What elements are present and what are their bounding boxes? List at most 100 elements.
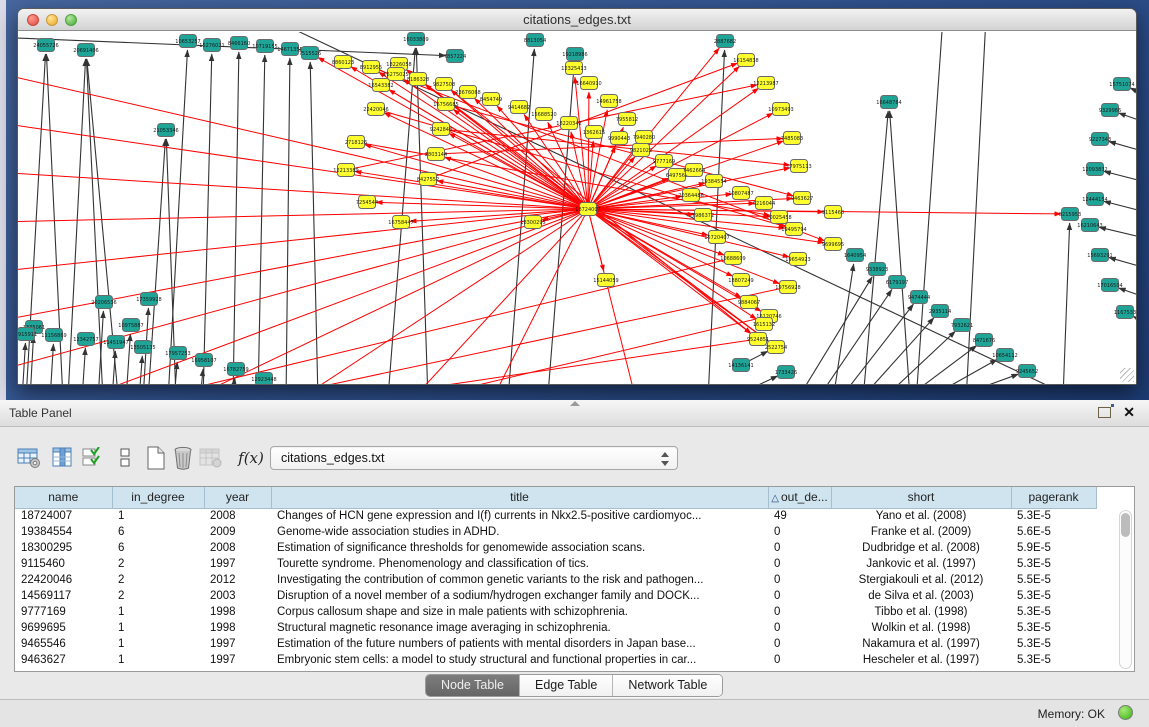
graph-node[interactable]: 1733426 bbox=[775, 366, 797, 379]
column-header-out_de[interactable]: △out_de... bbox=[768, 487, 831, 508]
graph-node[interactable]: 7932621 bbox=[951, 319, 973, 332]
tab-network-table[interactable]: Network Table bbox=[612, 675, 722, 696]
delete-table-icon[interactable] bbox=[170, 445, 196, 471]
graph-node[interactable]: 17975113 bbox=[786, 160, 811, 173]
table-row[interactable]: 1872400712008Changes of HCN gene express… bbox=[15, 508, 1096, 524]
graph-node[interactable]: 2935114 bbox=[929, 305, 951, 318]
graph-node[interactable]: 14961758 bbox=[596, 95, 621, 108]
graph-node[interactable]: 8471676 bbox=[973, 334, 995, 347]
graph-node[interactable]: 8813054 bbox=[524, 34, 546, 47]
graph-node[interactable]: 8860123 bbox=[332, 56, 354, 69]
float-panel-icon[interactable] bbox=[1098, 407, 1111, 418]
graph-node[interactable]: 10025458 bbox=[766, 211, 791, 224]
table-mode-icon[interactable] bbox=[16, 445, 42, 471]
graph-node[interactable]: 9414682 bbox=[508, 101, 530, 114]
graph-node[interactable]: 9821022 bbox=[630, 144, 652, 157]
resize-grip-icon[interactable] bbox=[1120, 368, 1134, 382]
column-header-in_degree[interactable]: in_degree bbox=[112, 487, 204, 508]
graph-node[interactable]: 9115460 bbox=[822, 206, 844, 219]
graph-node[interactable]: 7955812 bbox=[616, 113, 638, 126]
graph-node[interactable]: 12093832 bbox=[1082, 163, 1107, 176]
graph-node[interactable]: 1640954 bbox=[844, 249, 866, 262]
graph-node[interactable]: 9474444 bbox=[908, 291, 930, 304]
graph-node[interactable]: 1167533 bbox=[1114, 306, 1136, 319]
table-selector-combobox[interactable]: citations_edges.txt bbox=[270, 446, 678, 470]
graph-node[interactable]: 8427552 bbox=[417, 173, 439, 186]
show-columns-icon[interactable] bbox=[50, 445, 76, 471]
graph-node[interactable]: 20206536 bbox=[91, 296, 116, 309]
graph-node[interactable]: 15688520 bbox=[531, 108, 556, 121]
graph-node[interactable]: 8454749 bbox=[480, 93, 502, 106]
graph-node[interactable]: 16210643 bbox=[1077, 219, 1102, 232]
graph-node[interactable]: 7940280 bbox=[633, 131, 655, 144]
graph-node[interactable]: 16640910 bbox=[576, 77, 601, 90]
graph-node[interactable]: 9990443 bbox=[608, 132, 630, 145]
new-table-icon[interactable] bbox=[143, 445, 169, 471]
graph-node[interactable]: 9827508 bbox=[433, 78, 455, 91]
table-row[interactable]: 946554611997Estimation of the future num… bbox=[15, 636, 1096, 652]
graph-node[interactable]: 21053346 bbox=[153, 124, 178, 137]
node-table[interactable]: namein_degreeyeartitle△out_de...shortpag… bbox=[14, 486, 1135, 672]
graph-node[interactable]: 19756928 bbox=[775, 281, 800, 294]
graph-node[interactable]: 8215953 bbox=[1059, 208, 1081, 221]
window-titlebar[interactable]: citations_edges.txt bbox=[18, 9, 1136, 31]
graph-node[interactable]: 20691406 bbox=[73, 44, 98, 57]
graph-node[interactable]: 10807487 bbox=[728, 187, 753, 200]
graph-node[interactable]: 6216044 bbox=[753, 197, 775, 210]
memory-status-icon[interactable] bbox=[1118, 705, 1133, 720]
graph-node[interactable]: 2522754 bbox=[765, 341, 787, 354]
combo-stepper-icon[interactable] bbox=[660, 450, 670, 468]
graph-node[interactable]: 9524851 bbox=[747, 333, 769, 346]
citation-graph[interactable]: 2405572620691406106532571527602184661601… bbox=[18, 32, 1136, 384]
graph-node[interactable]: 9463627 bbox=[791, 192, 813, 205]
graph-node[interactable]: 17957253 bbox=[165, 347, 190, 360]
graph-node[interactable]: 7462664 bbox=[683, 164, 705, 177]
column-header-year[interactable]: year bbox=[204, 487, 271, 508]
graph-node[interactable]: 12325413 bbox=[561, 62, 586, 75]
column-header-name[interactable]: name bbox=[15, 487, 112, 508]
graph-node[interactable]: 16033809 bbox=[403, 33, 428, 46]
graph-node[interactable]: 9227343 bbox=[1089, 133, 1111, 146]
table-row[interactable]: 2242004622012Investigating the contribut… bbox=[15, 572, 1096, 588]
table-row[interactable]: 969969511998Structural magnetic resonanc… bbox=[15, 620, 1096, 636]
table-row[interactable]: 1456911722003Disruption of a novel membe… bbox=[15, 588, 1096, 604]
graph-node[interactable]: 12444154 bbox=[1082, 193, 1107, 206]
graph-node[interactable]: 1362615 bbox=[583, 126, 605, 139]
graph-node[interactable]: 19218986 bbox=[562, 48, 587, 61]
tab-edge-table[interactable]: Edge Table bbox=[519, 675, 612, 696]
row-height-icon[interactable] bbox=[113, 445, 139, 471]
function-builder-icon[interactable]: f(x) bbox=[238, 445, 264, 471]
graph-node[interactable]: 24055726 bbox=[33, 39, 58, 52]
graph-node[interactable]: 9329966 bbox=[1099, 104, 1121, 117]
graph-node[interactable]: 16154838 bbox=[733, 54, 758, 67]
graph-node[interactable]: 7485083 bbox=[781, 132, 803, 145]
graph-node[interactable]: 18220342 bbox=[556, 117, 581, 130]
network-canvas[interactable]: 2405572620691406106532571527602184661601… bbox=[18, 32, 1136, 384]
graph-node[interactable]: 8912955 bbox=[360, 61, 382, 74]
graph-node[interactable]: 12342757 bbox=[73, 333, 98, 346]
graph-node[interactable]: 1615132 bbox=[753, 318, 775, 331]
graph-node[interactable]: 15144059 bbox=[593, 274, 618, 287]
graph-node[interactable]: 16648784 bbox=[876, 96, 901, 109]
graph-node[interactable]: 17016504 bbox=[1097, 279, 1122, 292]
graph-node[interactable]: 15693291 bbox=[1087, 249, 1112, 262]
column-header-pagerank[interactable]: pagerank bbox=[1011, 487, 1096, 508]
tab-node-table[interactable]: Node Table bbox=[426, 675, 519, 696]
graph-node[interactable]: 8466160 bbox=[228, 37, 250, 50]
graph-node[interactable]: 15276021 bbox=[199, 39, 224, 52]
graph-node[interactable]: 19495794 bbox=[781, 223, 806, 236]
column-header-title[interactable]: title bbox=[271, 487, 768, 508]
graph-node[interactable]: 3915911 bbox=[18, 328, 37, 341]
graph-node[interactable]: 9242848 bbox=[430, 123, 452, 136]
graph-node[interactable]: 8186328 bbox=[407, 73, 429, 86]
table-row[interactable]: 911546021997Tourette syndrome. Phenomeno… bbox=[15, 556, 1096, 572]
table-row[interactable]: 946362711997Embryonic stem cells: a mode… bbox=[15, 652, 1096, 668]
table-row[interactable]: 977716911998Corpus callosum shape and si… bbox=[15, 604, 1096, 620]
graph-node[interactable]: 12213987 bbox=[753, 77, 778, 90]
graph-node[interactable]: 9777169 bbox=[653, 155, 675, 168]
scrollbar-thumb[interactable] bbox=[1121, 513, 1130, 537]
graph-node[interactable]: 7857224 bbox=[444, 50, 466, 63]
close-panel-icon[interactable]: ✕ bbox=[1123, 404, 1135, 421]
graph-node[interactable]: 9245652 bbox=[1016, 365, 1038, 378]
table-row[interactable]: 1938455462009Genome-wide association stu… bbox=[15, 524, 1096, 540]
